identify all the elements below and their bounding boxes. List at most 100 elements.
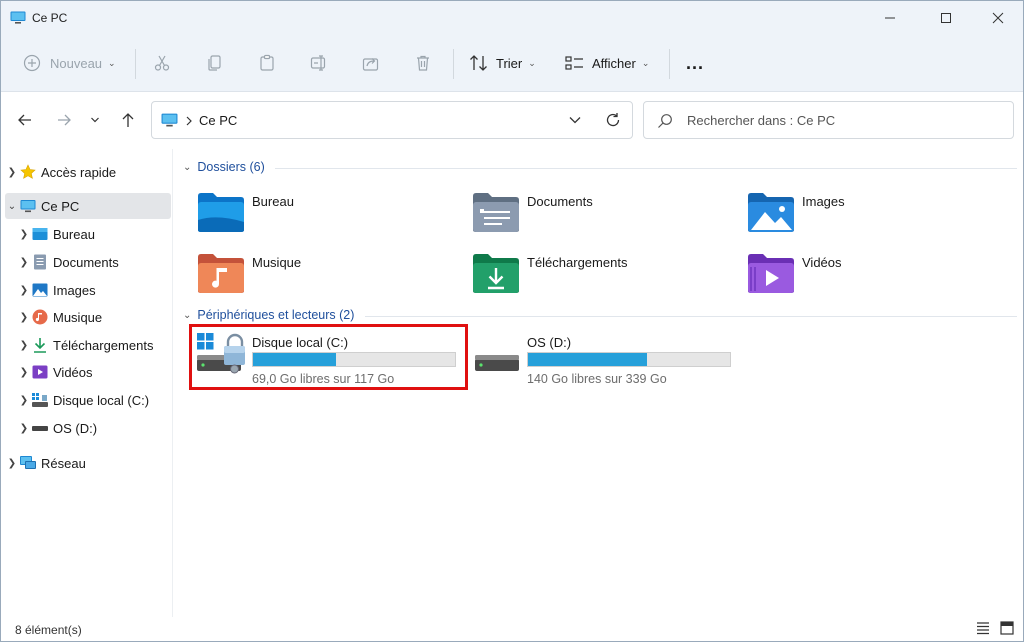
sidebar-item-label: Documents <box>53 254 119 270</box>
paste-button[interactable] <box>258 47 276 79</box>
arrow-up-icon <box>122 113 134 127</box>
sidebar-item-this-pc[interactable]: ⌄ Ce PC <box>5 193 171 219</box>
tiles-view-icon[interactable] <box>1000 621 1014 635</box>
sidebar-item-label: Réseau <box>41 455 86 471</box>
delete-button[interactable] <box>414 47 432 79</box>
download-icon <box>473 254 519 293</box>
view-list-icon <box>565 56 583 70</box>
up-button[interactable] <box>117 109 139 131</box>
command-bar: Nouveau ⌄ Trier ⌄ Afficher ⌄ ... <box>1 35 1023 92</box>
sidebar-item-label: Images <box>53 282 96 298</box>
chevron-down-icon[interactable]: ⌄ <box>5 201 19 212</box>
forward-button[interactable] <box>53 109 75 131</box>
sidebar-item-videos[interactable]: ❯ Vidéos <box>17 359 171 385</box>
chevron-right-icon[interactable]: ❯ <box>5 458 19 469</box>
drives-section-title: Périphériques et lecteurs (2) <box>197 308 355 322</box>
folder-label: Bureau <box>252 194 294 209</box>
selection-highlight <box>189 324 468 390</box>
close-button[interactable] <box>975 1 1021 35</box>
view-button[interactable]: Afficher ⌄ <box>565 47 649 79</box>
sidebar-item-desktop[interactable]: ❯ Bureau <box>17 221 171 247</box>
star-icon <box>19 164 37 180</box>
copy-button[interactable] <box>206 47 224 79</box>
drives-section-header[interactable]: ⌄ Périphériques et lecteurs (2) <box>183 308 354 322</box>
documents-icon <box>473 193 519 232</box>
folder-downloads[interactable]: Téléchargements <box>472 251 742 299</box>
item-count: 8 élément(s) <box>15 623 82 637</box>
monitor-icon <box>19 198 37 214</box>
chevron-right-icon[interactable]: ❯ <box>17 340 31 351</box>
sidebar-item-music[interactable]: ❯ Musique <box>17 304 171 330</box>
sidebar-item-downloads[interactable]: ❯ Téléchargements <box>17 332 171 358</box>
folder-label: Musique <box>252 255 302 270</box>
recent-locations-button[interactable] <box>86 109 104 131</box>
search-box[interactable]: Rechercher dans : Ce PC <box>643 101 1014 139</box>
chevron-down-icon: ⌄ <box>108 57 116 68</box>
pictures-icon <box>31 282 49 298</box>
chevron-right-icon[interactable]: ❯ <box>5 167 19 178</box>
folder-label: Documents <box>527 194 593 209</box>
toolbar-divider <box>135 49 136 79</box>
folder-music[interactable]: Musique <box>197 251 467 299</box>
section-divider <box>275 168 1017 169</box>
folder-videos[interactable]: Vidéos <box>747 251 1017 299</box>
chevron-right-icon[interactable]: ❯ <box>17 367 31 378</box>
chevron-right-icon[interactable]: ❯ <box>17 395 31 406</box>
back-button[interactable] <box>14 109 36 131</box>
sidebar-item-pictures[interactable]: ❯ Images <box>17 277 171 303</box>
drive-label: OS (D:) <box>527 335 572 350</box>
sidebar-item-label: Vidéos <box>53 364 93 380</box>
sidebar-item-drive-d[interactable]: ❯ OS (D:) <box>17 415 171 441</box>
music-icon <box>198 254 244 293</box>
folder-label: Téléchargements <box>527 255 628 270</box>
sidebar-item-label: Disque local (C:) <box>53 392 150 408</box>
drive-usage-fill <box>528 353 648 366</box>
desktop-folder-icon <box>198 193 244 232</box>
network-icon <box>19 455 37 471</box>
drive-usage-bar <box>527 352 731 367</box>
download-icon <box>31 337 49 353</box>
chevron-right-icon[interactable]: ❯ <box>17 257 31 268</box>
status-bar: 8 élément(s) <box>1 617 1023 641</box>
sidebar-item-drive-c[interactable]: ❯ Disque local (C:) <box>17 387 171 413</box>
refresh-icon[interactable] <box>605 112 621 128</box>
rename-button[interactable] <box>310 47 328 79</box>
videos-icon <box>31 364 49 380</box>
address-path: Ce PC <box>199 113 238 128</box>
search-icon <box>658 114 672 128</box>
new-label: Nouveau <box>50 55 103 71</box>
drive-d[interactable]: OS (D:) 140 Go libres sur 339 Go <box>472 331 734 387</box>
folder-desktop[interactable]: Bureau <box>197 190 467 238</box>
details-view-icon[interactable] <box>976 621 990 635</box>
address-bar[interactable]: Ce PC <box>151 101 633 139</box>
sidebar-item-documents[interactable]: ❯ Documents <box>17 249 171 275</box>
folders-section-header[interactable]: ⌄ Dossiers (6) <box>183 160 265 174</box>
sidebar-item-label: Ce PC <box>41 198 80 214</box>
toolbar-divider <box>453 49 454 79</box>
chevron-right-icon[interactable]: ❯ <box>17 285 31 296</box>
chevron-right-icon <box>186 116 192 126</box>
sidebar-item-quick-access[interactable]: ❯ Accès rapide <box>5 159 171 185</box>
maximize-button[interactable] <box>923 1 969 35</box>
minimize-button[interactable] <box>867 1 913 35</box>
chevron-down-icon: ⌄ <box>641 57 650 68</box>
plus-circle-icon <box>23 54 41 72</box>
cut-button[interactable] <box>153 47 171 79</box>
folder-pictures[interactable]: Images <box>747 190 1017 238</box>
chevron-down-icon[interactable] <box>569 115 581 125</box>
folder-label: Vidéos <box>802 255 842 270</box>
toolbar-divider <box>669 49 670 79</box>
clipboard-icon <box>260 54 274 71</box>
folder-documents[interactable]: Documents <box>472 190 742 238</box>
chevron-right-icon[interactable]: ❯ <box>17 312 31 323</box>
arrow-right-icon <box>58 114 71 126</box>
sort-label: Trier <box>496 55 523 71</box>
more-options-button[interactable]: ... <box>686 47 704 79</box>
new-button[interactable]: Nouveau ⌄ <box>23 47 116 79</box>
more-options-label: ... <box>686 52 705 73</box>
sort-button[interactable]: Trier ⌄ <box>469 47 536 79</box>
chevron-right-icon[interactable]: ❯ <box>17 229 31 240</box>
chevron-right-icon[interactable]: ❯ <box>17 423 31 434</box>
sidebar-item-network[interactable]: ❯ Réseau <box>5 450 171 476</box>
share-button[interactable] <box>362 47 380 79</box>
